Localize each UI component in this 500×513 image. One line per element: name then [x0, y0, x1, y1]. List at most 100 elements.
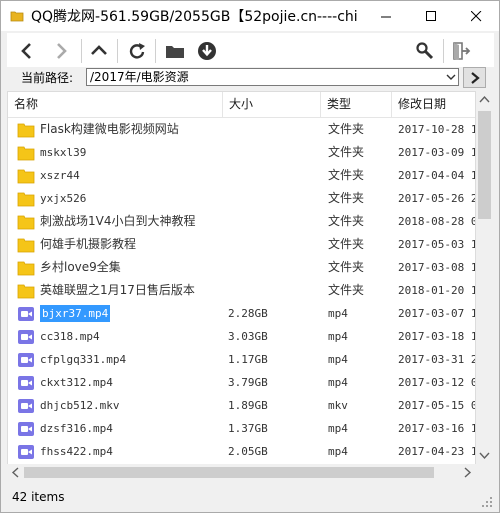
horizontal-scroll-thumb[interactable]: [24, 467, 434, 478]
file-name[interactable]: dhjcb512.mkv: [40, 394, 225, 417]
go-button[interactable]: [463, 67, 486, 88]
file-type: 文件夹: [328, 214, 365, 228]
scrollbar-corner: [476, 464, 493, 481]
folder-row[interactable]: xszr44 文件夹 2017-04-04 18: [8, 164, 475, 187]
title-bar[interactable]: QQ腾龙网-561.59GB/2055GB【52pojie.cn----chi: [1, 1, 499, 31]
file-row[interactable]: cc318.mp4 3.03GB mp4 2017-03-18 11: [8, 325, 475, 348]
folder-row[interactable]: 英雄联盟之1月17日售后版本 文件夹 2018-01-20 14: [8, 279, 475, 302]
file-modified-date: 2017-03-31 23: [398, 353, 476, 366]
column-header-date[interactable]: 修改日期: [392, 92, 475, 117]
refresh-icon: [129, 43, 145, 59]
scroll-down-icon[interactable]: [476, 447, 493, 464]
file-modified-date: 2017-05-15 01: [398, 399, 476, 412]
status-bar: 42 items: [1, 484, 499, 512]
refresh-button[interactable]: [123, 37, 151, 65]
folder-icon: [17, 123, 35, 138]
scroll-left-icon[interactable]: [7, 464, 24, 481]
file-name[interactable]: 刺激战场1V4小白到大神教程: [40, 210, 225, 233]
scroll-right-icon[interactable]: [459, 464, 476, 481]
search-button[interactable]: [411, 37, 439, 65]
video-file-icon: [18, 330, 34, 344]
toolbar-separator: [443, 39, 444, 63]
file-name[interactable]: ckxt312.mp4: [40, 371, 225, 394]
file-name[interactable]: cfplgq331.mp4: [40, 348, 225, 371]
file-name[interactable]: fhss422.mp4: [40, 440, 225, 463]
vertical-scrollbar[interactable]: [476, 91, 493, 464]
column-header-type[interactable]: 类型: [321, 92, 392, 117]
folder-icon: [17, 169, 35, 184]
file-name[interactable]: bjxr37.mp4: [40, 302, 225, 325]
video-file-icon: [18, 422, 34, 436]
file-row[interactable]: ckxt312.mp4 3.79GB mp4 2017-03-12 09: [8, 371, 476, 394]
file-name[interactable]: Flask构建微电影视频网站: [40, 118, 225, 141]
resize-grip-icon[interactable]: [481, 496, 493, 508]
file-name[interactable]: cc318.mp4: [40, 325, 225, 348]
file-row[interactable]: dzsf316.mp4 1.37GB mp4 2017-03-16 11: [8, 417, 476, 440]
path-bar: 当前路径: /2017年/电影资源: [7, 67, 494, 89]
folder-row[interactable]: 何雄手机摄影教程 文件夹 2017-05-03 18: [8, 233, 476, 256]
file-name[interactable]: 何雄手机摄影教程: [40, 233, 225, 256]
video-file-icon: [18, 445, 34, 459]
folder-icon: [17, 215, 35, 230]
exit-button[interactable]: [447, 37, 475, 65]
close-icon: [471, 11, 482, 22]
column-header-size[interactable]: 大小: [223, 92, 321, 117]
file-name[interactable]: yxjx526: [40, 187, 225, 210]
maximize-button[interactable]: [409, 1, 454, 31]
path-label: 当前路径:: [21, 71, 74, 85]
folder-row[interactable]: 刺激战场1V4小白到大神教程 文件夹 2018-08-28 00: [8, 210, 475, 233]
maximize-icon: [426, 11, 436, 21]
file-type: 文件夹: [328, 191, 365, 205]
file-modified-date: 2017-03-16 11: [398, 422, 476, 435]
file-name-text: mskxl39: [40, 146, 87, 159]
file-row[interactable]: bjxr37.mp4 2.28GB mp4 2017-03-07 15: [8, 302, 475, 325]
new-folder-button[interactable]: [161, 37, 189, 65]
video-file-icon: [18, 307, 34, 321]
file-size: 1.89GB: [228, 399, 268, 412]
up-button[interactable]: [85, 37, 113, 65]
back-button[interactable]: [13, 37, 41, 65]
scroll-up-icon[interactable]: [476, 91, 493, 108]
folder-row[interactable]: Flask构建微电影视频网站 文件夹 2017-10-28 12: [8, 118, 475, 141]
file-modified-date: 2017-05-03 18: [398, 238, 476, 251]
folder-row[interactable]: mskxl39 文件夹 2017-03-09 10: [8, 141, 475, 164]
chevron-down-icon[interactable]: [445, 71, 457, 83]
file-modified-date: 2017-03-08 15: [398, 261, 476, 274]
file-row[interactable]: cfplgq331.mp4 1.17GB mp4 2017-03-31 23: [8, 348, 476, 371]
toolbar: [7, 33, 494, 69]
file-name-text: ckxt312.mp4: [40, 376, 113, 389]
vertical-scroll-thumb[interactable]: [478, 111, 491, 219]
file-type: 文件夹: [328, 168, 365, 182]
file-modified-date: 2017-03-12 09: [398, 376, 476, 389]
forward-button[interactable]: [47, 37, 75, 65]
file-size: 2.05GB: [228, 445, 268, 458]
file-name-text: xszr44: [40, 169, 80, 182]
file-name-text: cc318.mp4: [40, 330, 100, 343]
file-name[interactable]: mskxl39: [40, 141, 225, 164]
file-size: [228, 210, 318, 233]
path-input[interactable]: /2017年/电影资源: [86, 68, 459, 86]
window-title: QQ腾龙网-561.59GB/2055GB【52pojie.cn----chi: [31, 9, 358, 25]
column-header-name[interactable]: 名称: [8, 92, 223, 117]
horizontal-scrollbar[interactable]: [7, 464, 476, 481]
folder-icon: [17, 192, 35, 207]
file-list: 名称 大小 类型 修改日期 Flask构建微电影视频网站 文件夹 2017-10-2…: [7, 91, 476, 481]
folder-row[interactable]: yxjx526 文件夹 2017-05-26 22: [8, 187, 476, 210]
close-button[interactable]: [454, 1, 499, 31]
file-name[interactable]: 乡村love9全集: [40, 256, 225, 279]
file-size: 3.79GB: [228, 376, 268, 389]
file-modified-date: 2017-05-26 22: [398, 192, 476, 205]
file-row[interactable]: fhss422.mp4 2.05GB mp4 2017-04-23 14: [8, 440, 475, 463]
file-name[interactable]: 英雄联盟之1月17日售后版本: [40, 279, 225, 302]
file-name[interactable]: xszr44: [40, 164, 225, 187]
download-button[interactable]: [193, 37, 221, 65]
file-type: 文件夹: [328, 122, 365, 136]
file-name[interactable]: dzsf316.mp4: [40, 417, 225, 440]
folder-icon: [17, 146, 35, 161]
file-size: [228, 164, 318, 187]
file-type: mp4: [328, 353, 348, 366]
minimize-button[interactable]: [364, 1, 409, 31]
file-row[interactable]: dhjcb512.mkv 1.89GB mkv 2017-05-15 01: [8, 394, 476, 417]
folder-row[interactable]: 乡村love9全集 文件夹 2017-03-08 15: [8, 256, 476, 279]
file-size: 1.37GB: [228, 422, 268, 435]
